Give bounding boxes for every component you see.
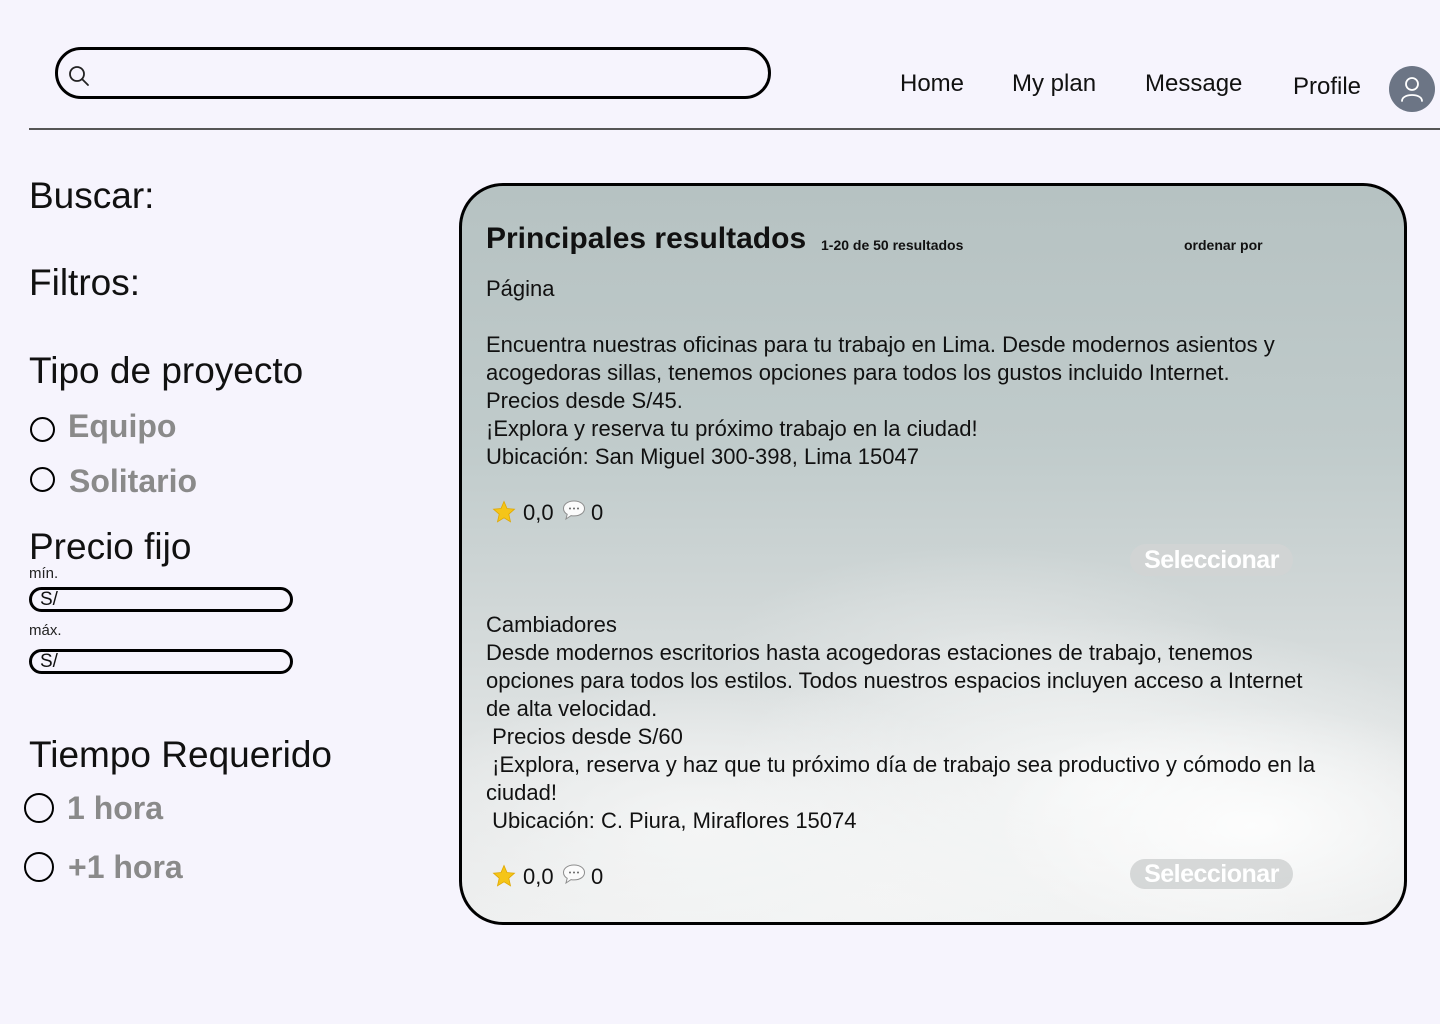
option-label: 1 hora [67,790,164,826]
filters-heading: Filtros: [29,262,140,303]
fixed-price-heading: Precio fijo [29,526,192,567]
results-title: Principales resultados [486,222,807,255]
search-icon [69,66,89,86]
project-type-heading: Tipo de proyecto [29,350,304,391]
time-option-1-hora[interactable]: 1 hora [24,790,224,830]
option-label: +1 hora [68,849,183,885]
avatar[interactable] [1389,66,1435,112]
min-price-input[interactable]: S/ [29,587,293,612]
radio-button[interactable] [24,852,54,882]
speech-bubble-icon [562,864,586,885]
min-price-label: mín. [29,565,59,582]
option-label: Equipo [68,408,177,444]
select-button[interactable]: Seleccionar [1130,859,1293,889]
search-input[interactable] [102,56,756,92]
result-stats: 0,0 0 [492,499,632,527]
max-price-input[interactable]: S/ [29,649,293,674]
option-label: Solitario [69,463,198,499]
radio-button[interactable] [30,467,55,492]
nav-profile-link[interactable]: Profile [1293,73,1361,101]
nav-message-link[interactable]: Message [1145,70,1242,98]
project-type-option-equipo[interactable]: Equipo [30,408,230,448]
speech-bubble-icon [562,500,586,521]
results-count: 1-20 de 50 resultados [821,237,964,253]
search-heading: Buscar: [29,175,155,216]
time-required-heading: Tiempo Requerido [29,734,333,775]
user-icon [1401,77,1423,102]
time-option-plus-1-hora[interactable]: +1 hora [24,849,224,889]
project-type-option-solitario[interactable]: Solitario [30,463,230,503]
max-price-label: máx. [29,622,62,639]
rating-value: 0,0 [523,500,554,525]
search-bar[interactable] [55,47,771,99]
nav-home-link[interactable]: Home [900,70,964,98]
radio-button[interactable] [24,793,54,823]
sort-by-dropdown[interactable]: ordenar por [1184,237,1263,253]
currency-prefix: S/ [40,651,58,672]
select-button[interactable]: Seleccionar [1130,544,1293,576]
radio-button[interactable] [30,417,55,442]
result-description: Página Encuentra nuestras oficinas para … [486,276,1275,469]
header-divider [29,128,1440,130]
rating-value: 0,0 [523,864,554,889]
star-icon [492,864,516,887]
results-panel: Principales resultados 1-20 de 50 result… [459,183,1407,925]
star-icon [492,500,516,523]
comment-count: 0 [591,500,604,525]
currency-prefix: S/ [40,589,58,610]
nav-my-plan-link[interactable]: My plan [1012,70,1096,98]
comment-count: 0 [591,864,604,889]
result-description: Cambiadores Desde modernos escritorios h… [486,612,1316,833]
result-stats: 0,0 0 [492,863,632,891]
